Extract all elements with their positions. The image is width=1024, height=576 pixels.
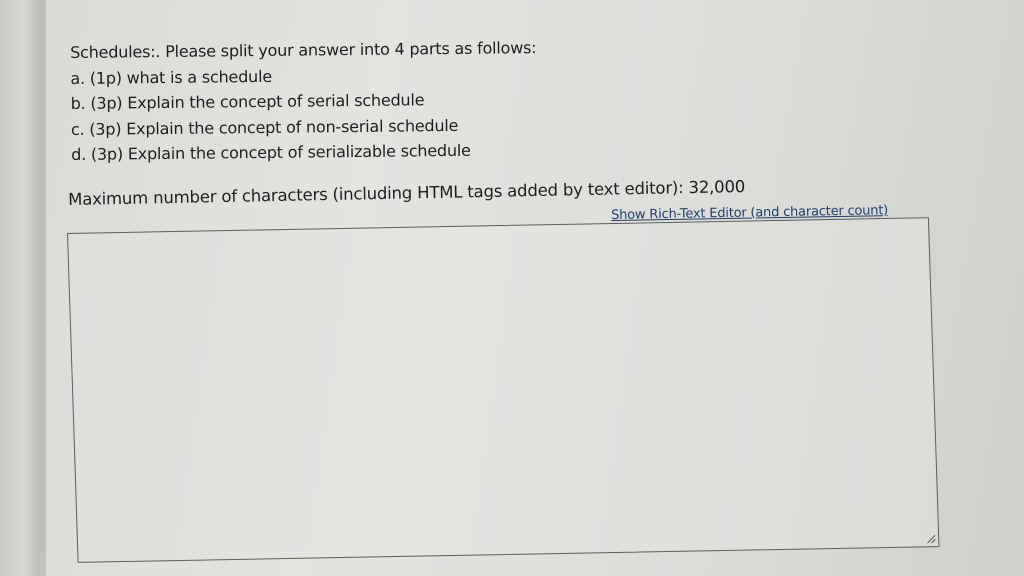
- page-left-divider: [40, 0, 46, 576]
- answer-textarea[interactable]: [67, 217, 940, 563]
- page-left-edge: [0, 0, 40, 576]
- resize-handle-icon[interactable]: [925, 533, 936, 544]
- question-text: Schedules:. Please split your answer int…: [70, 33, 771, 168]
- max-characters-label: Maximum number of characters (including …: [68, 177, 746, 209]
